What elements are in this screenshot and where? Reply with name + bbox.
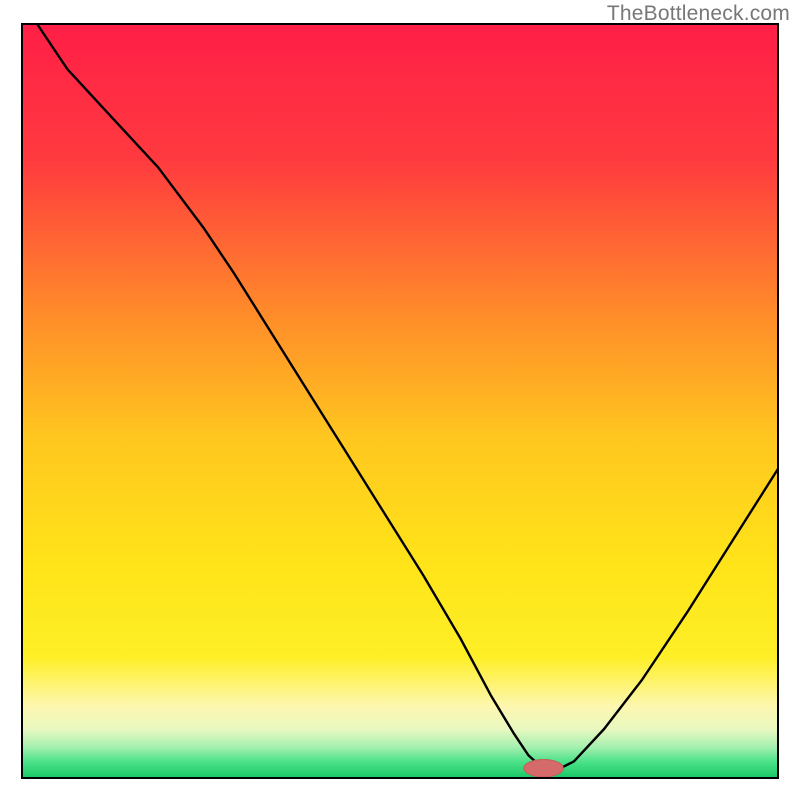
bottleneck-chart: [0, 0, 800, 800]
chart-container: TheBottleneck.com: [0, 0, 800, 800]
plot-area: [22, 24, 778, 778]
optimal-marker: [524, 760, 563, 777]
gradient-background: [22, 24, 778, 778]
watermark-label: TheBottleneck.com: [607, 2, 790, 26]
